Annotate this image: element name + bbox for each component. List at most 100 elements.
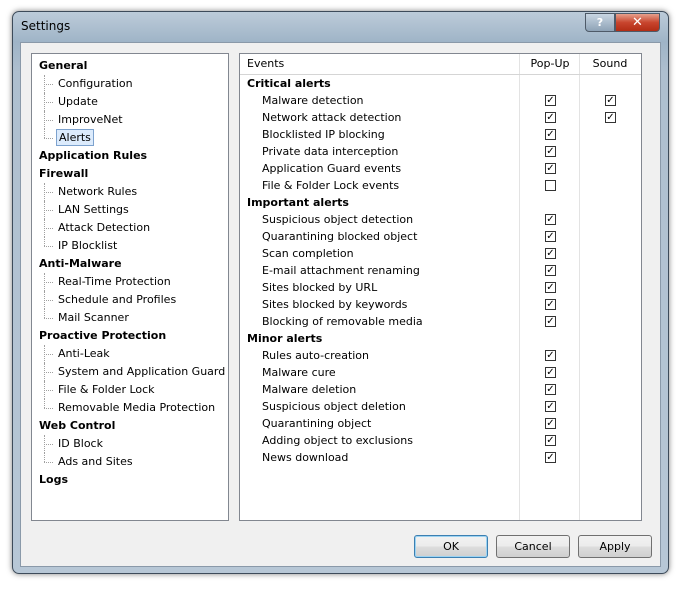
tree-item-removable-media-protection[interactable]: Removable Media Protection [32,399,228,417]
tree-item-id-block[interactable]: ID Block [32,435,228,453]
tree-item-label: IP Blocklist [58,239,118,252]
tree-item-label: Removable Media Protection [58,401,216,414]
event-label: File & Folder Lock events [262,179,400,192]
cancel-button[interactable]: Cancel [496,535,570,558]
tree-item-real-time-protection[interactable]: Real-Time Protection [32,273,228,291]
popup-checkbox[interactable]: ✓ [545,95,556,106]
popup-checkbox[interactable]: ✓ [545,401,556,412]
help-button[interactable]: ? [585,13,615,32]
event-row: News download ✓ [240,449,641,466]
settings-tree[interactable]: General Configuration Update ImproveNet Aler… [31,53,229,521]
sound-checkbox[interactable]: ✓ [605,95,616,106]
event-label: Suspicious object detection [262,213,414,226]
tree-item-label: Configuration [58,77,133,90]
popup-checkbox[interactable]: ✓ [545,435,556,446]
event-rows: Critical alerts Malware detection ✓ ✓ Networ… [240,75,641,466]
popup-checkbox[interactable]: ✓ [545,112,556,123]
tree-item-label: Firewall [39,167,89,180]
apply-button[interactable]: Apply [578,535,652,558]
event-label: Blocking of removable media [262,315,423,328]
events-header: Events Pop-Up Sound [240,54,641,75]
tree-item-mail-scanner[interactable]: Mail Scanner [32,309,228,327]
popup-checkbox[interactable]: ✓ [545,248,556,259]
tree-item-ip-blocklist[interactable]: IP Blocklist [32,237,228,255]
event-label: Blocklisted IP blocking [262,128,385,141]
tree-item-label: Network Rules [58,185,138,198]
tree-item-label: System and Application Guard [58,365,226,378]
event-label: Sites blocked by URL [262,281,378,294]
window-title: Settings [21,19,71,33]
tree-category-anti-malware[interactable]: Anti-Malware [32,255,228,273]
event-label: Quarantining object [262,417,372,430]
event-row: File & Folder Lock events [240,177,641,194]
event-row: Rules auto-creation ✓ [240,347,641,364]
popup-checkbox[interactable]: ✓ [545,231,556,242]
popup-checkbox[interactable]: ✓ [545,214,556,225]
tree-item-schedule-and-profiles[interactable]: Schedule and Profiles [32,291,228,309]
tree-item-label: ID Block [58,437,103,450]
event-label: Malware deletion [262,383,357,396]
tree-item-label: Ads and Sites [58,455,133,468]
tree-item-label: Schedule and Profiles [58,293,177,306]
popup-checkbox[interactable]: ✓ [545,163,556,174]
tree-item-alerts[interactable]: Alerts [32,129,228,147]
tree-item-attack-detection[interactable]: Attack Detection [32,219,228,237]
event-row: Application Guard events ✓ [240,160,641,177]
event-row: Suspicious object detection ✓ [240,211,641,228]
tree-category-proactive-protection[interactable]: Proactive Protection [32,327,228,345]
tree-category-firewall[interactable]: Firewall [32,165,228,183]
popup-checkbox[interactable]: ✓ [545,452,556,463]
popup-checkbox[interactable]: ✓ [545,129,556,140]
tree-item-configuration[interactable]: Configuration [32,75,228,93]
event-label: News download [262,451,349,464]
close-button[interactable]: ✕ [615,13,660,32]
tree-item-lan-settings[interactable]: LAN Settings [32,201,228,219]
popup-checkbox[interactable]: ✓ [545,367,556,378]
tree-item-anti-leak[interactable]: Anti-Leak [32,345,228,363]
tree-item-ads-and-sites[interactable]: Ads and Sites [32,453,228,471]
tree-item-label: Logs [39,473,68,486]
popup-checkbox[interactable]: ✓ [545,265,556,276]
event-label: Malware cure [262,366,336,379]
header-popup[interactable]: Pop-Up [520,54,580,74]
event-label: Sites blocked by keywords [262,298,408,311]
tree-item-label: General [39,59,88,72]
event-label: Quarantining blocked object [262,230,418,243]
tree-item-label: Real-Time Protection [58,275,171,288]
event-row: Blocking of removable media ✓ [240,313,641,330]
popup-checkbox[interactable]: ✓ [545,350,556,361]
popup-checkbox[interactable]: ✓ [545,146,556,157]
event-label: Rules auto-creation [262,349,370,362]
tree-category-logs[interactable]: Logs [32,471,228,489]
tree-item-label: Proactive Protection [39,329,167,342]
event-row: Private data interception ✓ [240,143,641,160]
event-label: Suspicious object deletion [262,400,406,413]
popup-checkbox[interactable] [545,180,556,191]
header-events[interactable]: Events [247,54,284,74]
popup-checkbox[interactable]: ✓ [545,299,556,310]
ok-button[interactable]: OK [414,535,488,558]
tree-category-application-rules[interactable]: Application Rules [32,147,228,165]
popup-checkbox[interactable]: ✓ [545,384,556,395]
tree-category-general[interactable]: General [32,57,228,75]
tree-item-network-rules[interactable]: Network Rules [32,183,228,201]
event-row: Blocklisted IP blocking ✓ [240,126,641,143]
tree-item-label: Application Rules [39,149,148,162]
group-header: Important alerts [247,196,349,209]
title-bar[interactable]: Settings ? ✕ [13,12,668,42]
popup-checkbox[interactable]: ✓ [545,316,556,327]
popup-checkbox[interactable]: ✓ [545,418,556,429]
tree-item-system-and-application-guard[interactable]: System and Application Guard [32,363,228,381]
tree-item-file-folder-lock[interactable]: File & Folder Lock [32,381,228,399]
popup-checkbox[interactable]: ✓ [545,282,556,293]
tree-item-improvenet[interactable]: ImproveNet [32,111,228,129]
tree-item-label: Anti-Leak [58,347,110,360]
header-sound[interactable]: Sound [580,54,640,74]
tree-category-web-control[interactable]: Web Control [32,417,228,435]
tree-item-update[interactable]: Update [32,93,228,111]
event-label: Adding object to exclusions [262,434,413,447]
tree-item-label: Web Control [39,419,116,432]
event-row: Suspicious object deletion ✓ [240,398,641,415]
tree-item-label: Attack Detection [58,221,151,234]
sound-checkbox[interactable]: ✓ [605,112,616,123]
